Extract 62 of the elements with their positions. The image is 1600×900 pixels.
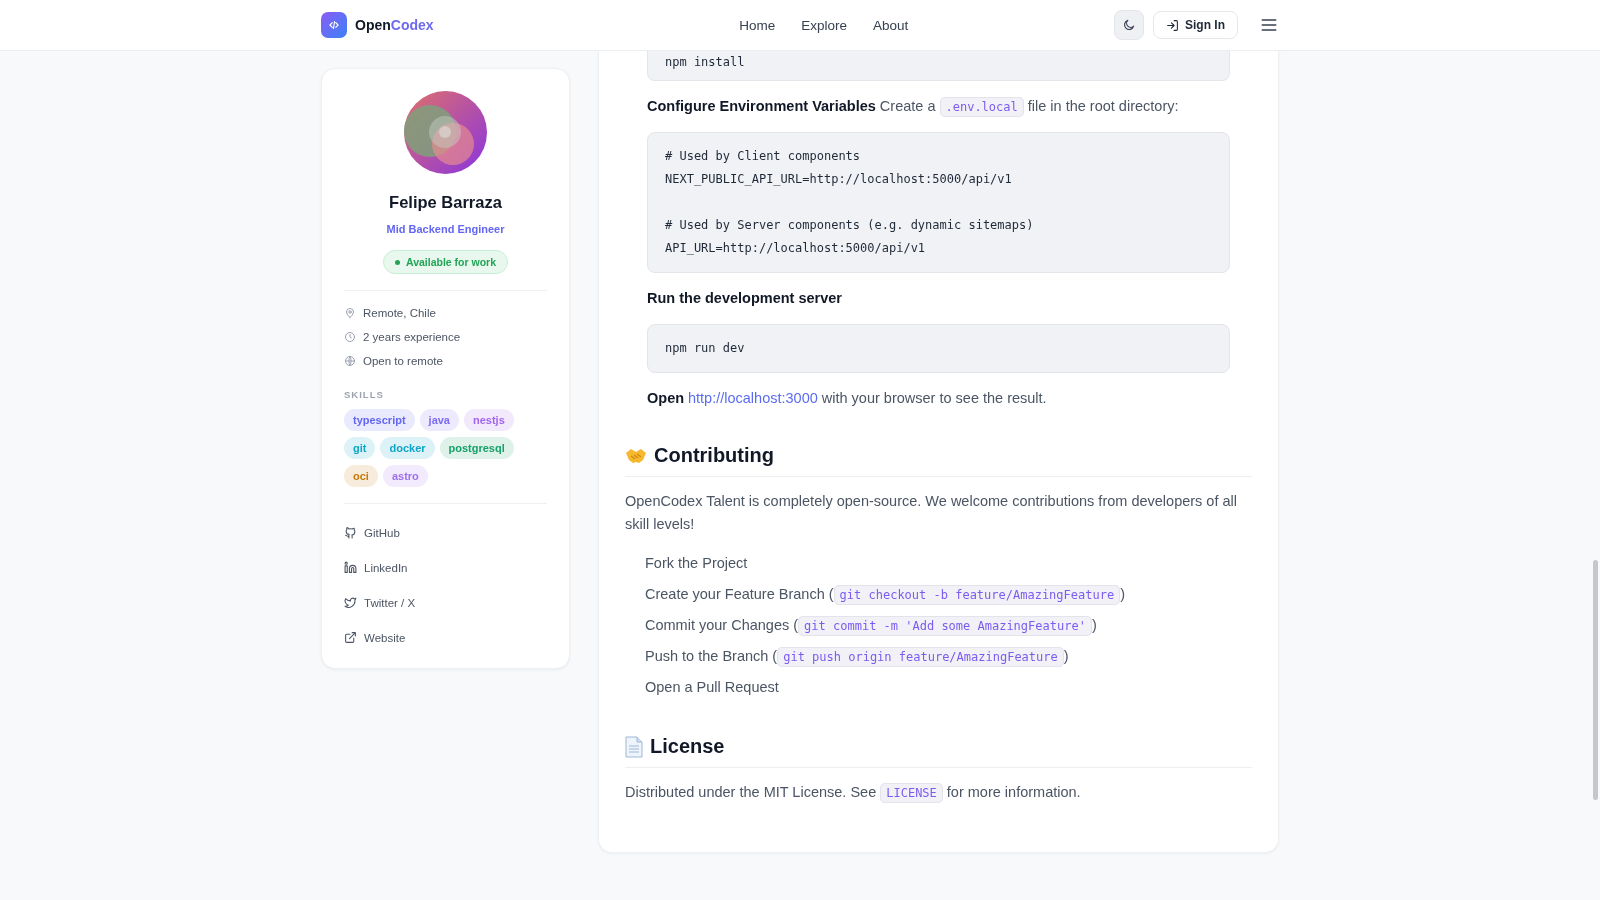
- theme-toggle-button[interactable]: [1114, 10, 1144, 40]
- list-item: Commit your Changes ( git commit -m 'Add some AmazingFeature' ): [645, 617, 1097, 633]
- paragraph: Open http://localhost:3000 with your browser to see the result.: [647, 389, 1048, 408]
- logo-icon[interactable]: [321, 12, 347, 38]
- detail-text: 2 years experience: [363, 331, 461, 343]
- sign-in-button[interactable]: Sign In: [1153, 11, 1238, 39]
- scrollbar-thumb[interactable]: [1593, 560, 1598, 800]
- pin-icon: [344, 307, 356, 319]
- code-icon: [327, 18, 341, 32]
- section-heading: SKILLS: [344, 389, 384, 400]
- inline-code: LICENSE: [880, 783, 943, 803]
- bird-icon: [344, 596, 357, 609]
- profile-link[interactable]: Website: [344, 631, 547, 644]
- list-item: Fork the Project: [645, 555, 748, 571]
- document-icon: [625, 735, 643, 758]
- skill-tag: docker: [380, 437, 435, 459]
- list-item: Create your Feature Branch ( git checkout -b feature/AmazingFeature ): [645, 586, 1125, 602]
- github-icon: [344, 526, 357, 539]
- code-line: # Used by Server components (e.g. dynamic sitemaps): [665, 217, 1035, 234]
- logo-text[interactable]: OpenCodex: [355, 17, 434, 33]
- skill-tag: nestjs: [464, 409, 514, 431]
- link[interactable]: http://localhost:3000: [687, 390, 818, 406]
- skill-tag: typescript: [344, 409, 415, 431]
- nav-link[interactable]: Home: [739, 17, 776, 33]
- code-line: NEXT_PUBLIC_API_URL=http://localhost:5000/api/v1: [665, 171, 1013, 188]
- nav-link[interactable]: Explore: [801, 17, 848, 33]
- detail-text: Remote, Chile: [363, 307, 436, 319]
- code-line: API_URL=http://localhost:5000/api/v1: [665, 240, 927, 257]
- external-link-icon: [344, 631, 357, 644]
- skill-tag: astro: [382, 465, 428, 487]
- linkedin-icon: [344, 561, 357, 574]
- skill-tag: git: [344, 437, 376, 459]
- nav-link[interactable]: About: [873, 17, 909, 33]
- inline-code: .env.local: [939, 97, 1024, 117]
- code-line: npm run dev: [665, 340, 746, 357]
- profile-link[interactable]: LinkedIn: [344, 561, 547, 574]
- code-line: npm install: [665, 54, 746, 71]
- paragraph: OpenCodex Talent is completely open-source. We welcome contributions from developers of all skill levels!: [625, 492, 1238, 534]
- paragraph: Run the development server: [647, 289, 843, 308]
- globe-icon: [344, 355, 356, 367]
- section-heading: License: [650, 735, 725, 758]
- inline-code: git checkout -b feature/AmazingFeature: [833, 585, 1121, 605]
- availability-badge: Available for work: [382, 250, 509, 274]
- job-title: Mid Backend Engineer: [386, 223, 505, 235]
- profile-link[interactable]: GitHub: [344, 526, 547, 539]
- profile-name: Felipe Barraza: [389, 193, 502, 212]
- list-item: Push to the Branch ( git push origin feature/AmazingFeature ): [645, 648, 1069, 664]
- profile-link[interactable]: Twitter / X: [344, 596, 547, 609]
- section-heading: Contributing: [654, 444, 774, 467]
- inline-code: git commit -m 'Add some AmazingFeature': [798, 616, 1092, 636]
- moon-icon: [1122, 18, 1136, 32]
- sign-in-icon: [1166, 18, 1179, 32]
- list-item: Open a Pull Request: [645, 679, 779, 695]
- paragraph: Distributed under the MIT License. See LICENSE for more information.: [625, 781, 1252, 804]
- skill-tag: postgresql: [439, 437, 514, 459]
- paragraph: Configure Environment Variables Create a .env.local file in the root directory:: [647, 95, 1230, 118]
- clock-icon: [344, 331, 356, 343]
- inline-code: git push origin feature/AmazingFeature: [777, 647, 1064, 667]
- detail-text: Open to remote: [363, 355, 443, 367]
- code-line: # Used by Client components: [665, 148, 862, 165]
- skill-tag: java: [419, 409, 459, 431]
- skill-tag: oci: [344, 465, 378, 487]
